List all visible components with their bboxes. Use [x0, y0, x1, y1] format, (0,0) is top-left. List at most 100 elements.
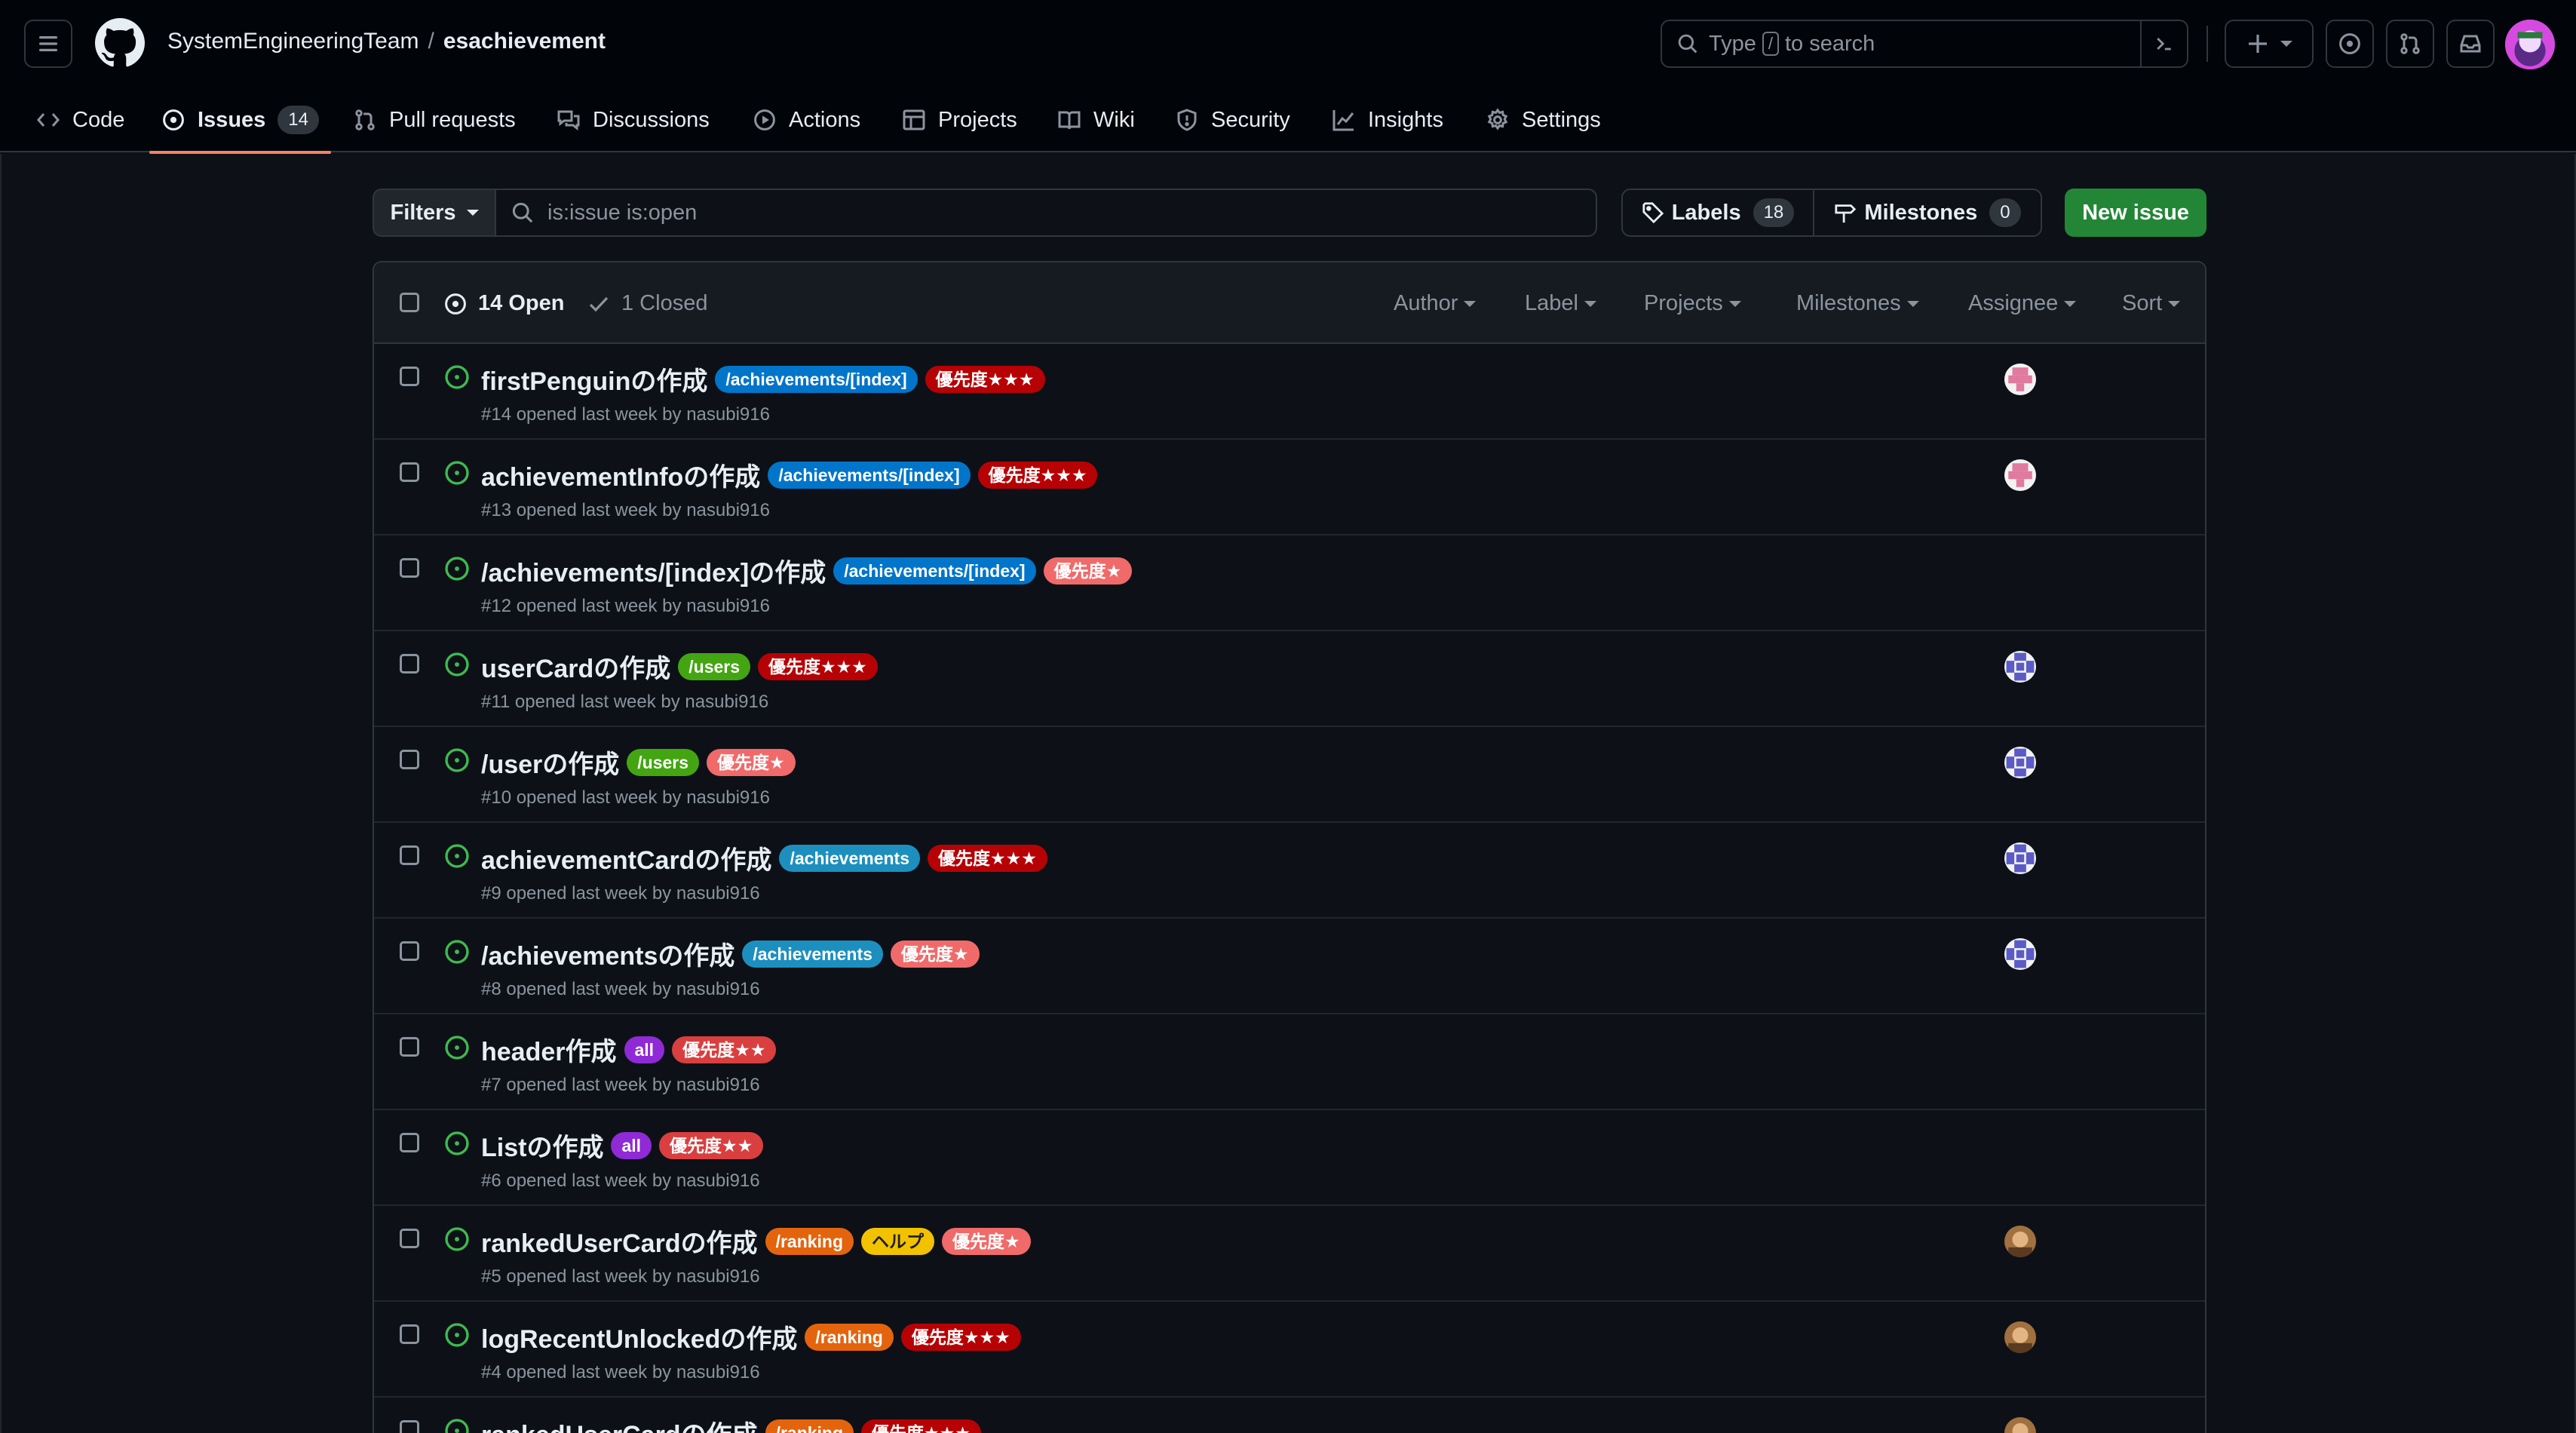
issue-row[interactable]: userCardの作成/users 優先度★★★ #11 opened last w… [374, 631, 2205, 727]
issue-label[interactable]: 優先度★★ [672, 1036, 777, 1063]
issue-label[interactable]: 優先度★★ [659, 1131, 764, 1159]
user-avatar[interactable] [2505, 20, 2555, 69]
issue-label[interactable]: /ranking [765, 1419, 854, 1433]
issue-label[interactable]: /achievements/[index] [768, 461, 971, 489]
issue-row[interactable]: header作成 all 優先度★★ #7 opened last week by n… [374, 1014, 2205, 1110]
tab-settings[interactable]: Settings [1486, 87, 1601, 152]
issue-label[interactable]: 優先度★ [890, 940, 980, 968]
issue-label[interactable]: 優先度★ [942, 1227, 1031, 1255]
assignee-avatar[interactable] [2004, 938, 2036, 970]
issue-row[interactable]: achievementInfoの作成/achievements/[index] 優… [374, 440, 2205, 535]
milestones-button[interactable]: Milestones 0 [1814, 190, 2041, 235]
issue-title-link[interactable]: achievementCardの作成 [481, 839, 771, 876]
issue-label[interactable]: /achievements [742, 940, 883, 968]
tab-security[interactable]: Security [1175, 87, 1290, 152]
issue-row[interactable]: /achievementsの作成/achievements 優先度★ #8 open… [374, 919, 2205, 1014]
issue-title-link[interactable]: /achievements/[index]の作成 [481, 552, 826, 589]
issue-row[interactable]: /userの作成/users 優先度★ #10 opened last week b… [374, 727, 2205, 823]
tab-projects[interactable]: Projects [902, 87, 1017, 152]
issue-row[interactable]: rankedUserCardの作成/ranking ヘルプ 優先度★ #5 opene… [374, 1206, 2205, 1302]
assignee-avatar[interactable] [2004, 651, 2036, 683]
issue-checkbox[interactable] [400, 462, 419, 482]
issue-title-link[interactable]: rankedUserCardの作成 [481, 1414, 758, 1433]
issue-checkbox[interactable] [400, 367, 419, 386]
issue-title-link[interactable]: /userの作成 [481, 744, 619, 781]
command-palette-button[interactable] [2140, 21, 2187, 66]
issue-title-link[interactable]: header作成 [481, 1031, 617, 1068]
issue-checkbox[interactable] [400, 558, 419, 578]
assignee-avatar[interactable] [2004, 1321, 2036, 1353]
tab-insights[interactable]: Insights [1332, 87, 1443, 152]
issue-row[interactable]: logRecentUnlockedの作成/ranking 優先度★★★ #4 ope… [374, 1302, 2205, 1398]
author-filter[interactable]: Author [1394, 291, 1477, 316]
filters-button[interactable]: Filters [373, 189, 496, 237]
issue-checkbox[interactable] [400, 941, 419, 961]
tab-discussions[interactable]: Discussions [557, 87, 710, 152]
issue-label[interactable]: /achievements/[index] [715, 365, 918, 393]
issue-label[interactable]: /achievements/[index] [833, 557, 1036, 585]
projects-filter[interactable]: Projects [1644, 291, 1741, 316]
issue-checkbox[interactable] [400, 654, 419, 674]
issue-row[interactable]: Listの作成 all 優先度★★ #6 opened last week by na… [374, 1110, 2205, 1206]
issue-title-link[interactable]: firstPenguinの作成 [481, 361, 707, 397]
issue-label[interactable]: 優先度★★★ [977, 461, 1098, 489]
issue-row[interactable]: firstPenguinの作成/achievements/[index] 優先度★… [374, 344, 2205, 440]
issue-label[interactable]: 優先度★★★ [758, 652, 878, 680]
issue-row[interactable]: achievementCardの作成/achievements 優先度★★★ #9 … [374, 823, 2205, 919]
issue-label[interactable]: 優先度★ [707, 748, 796, 776]
issue-label[interactable]: all [624, 1036, 665, 1063]
issue-title-link[interactable]: userCardの作成 [481, 648, 670, 685]
issue-checkbox[interactable] [400, 845, 419, 865]
label-filter[interactable]: Label [1525, 291, 1596, 316]
issue-label[interactable]: 優先度★★★ [900, 1323, 1021, 1351]
issue-checkbox[interactable] [400, 1133, 419, 1152]
closed-issues-toggle[interactable]: 1 Closed [587, 291, 707, 316]
notifications-button[interactable] [2446, 20, 2495, 68]
assignee-avatar[interactable] [2004, 364, 2036, 395]
milestones-filter[interactable]: Milestones [1796, 291, 1919, 316]
issue-label[interactable]: /achievements [779, 844, 920, 872]
issues-shortcut-button[interactable] [2326, 20, 2374, 68]
tab-actions[interactable]: Actions [753, 87, 860, 152]
menu-button[interactable] [24, 20, 72, 68]
issue-label[interactable]: all [611, 1131, 652, 1159]
issue-title-link[interactable]: logRecentUnlockedの作成 [481, 1318, 797, 1355]
issue-label[interactable]: /users [627, 748, 700, 776]
issue-row[interactable]: /achievements/[index]の作成/achievements/[i… [374, 535, 2205, 631]
repo-link[interactable]: esachievement [443, 29, 606, 54]
global-search-input[interactable]: Type / to search [1661, 20, 2188, 68]
assignee-avatar[interactable] [2004, 459, 2036, 491]
labels-button[interactable]: Labels 18 [1623, 190, 1814, 235]
assignee-avatar[interactable] [2004, 747, 2036, 778]
assignee-filter[interactable]: Assignee [1968, 291, 2077, 316]
issue-label[interactable]: ヘルプ [861, 1227, 935, 1255]
assignee-avatar[interactable] [2004, 842, 2036, 874]
issue-label[interactable]: 優先度★ [1043, 557, 1133, 585]
owner-link[interactable]: SystemEngineeringTeam [167, 29, 419, 54]
sort-filter[interactable]: Sort [2122, 291, 2181, 316]
issue-label[interactable]: /ranking [805, 1323, 894, 1351]
select-all-checkbox[interactable] [400, 293, 419, 312]
issue-title-link[interactable]: achievementInfoの作成 [481, 456, 760, 493]
issue-row[interactable]: rankedUserCardの作成/ranking 優先度★★★ [374, 1398, 2205, 1433]
pull-requests-shortcut-button[interactable] [2386, 20, 2434, 68]
issue-title-link[interactable]: Listの作成 [481, 1127, 603, 1164]
tab-pull-requests[interactable]: Pull requests [353, 87, 516, 152]
create-new-button[interactable] [2225, 20, 2314, 68]
assignee-avatar[interactable] [2004, 1226, 2036, 1257]
open-issues-toggle[interactable]: 14 Open [443, 291, 564, 316]
issue-label[interactable]: 優先度★★★ [928, 844, 1047, 872]
tab-wiki[interactable]: Wiki [1057, 87, 1135, 152]
issue-title-link[interactable]: /achievementsの作成 [481, 935, 734, 972]
new-issue-button[interactable]: New issue [2065, 189, 2206, 237]
issue-label[interactable]: /ranking [765, 1227, 854, 1255]
issue-label[interactable]: /users [678, 652, 751, 680]
issue-checkbox[interactable] [400, 1229, 419, 1248]
issue-checkbox[interactable] [400, 1420, 419, 1433]
assignee-avatar[interactable] [2004, 1417, 2036, 1433]
issue-filter-input[interactable]: is:issue is:open [495, 189, 1597, 237]
issue-checkbox[interactable] [400, 1037, 419, 1057]
tab-code[interactable]: Code [36, 87, 124, 152]
issue-label[interactable]: 優先度★★★ [861, 1419, 981, 1433]
issue-label[interactable]: 優先度★★★ [925, 365, 1045, 393]
